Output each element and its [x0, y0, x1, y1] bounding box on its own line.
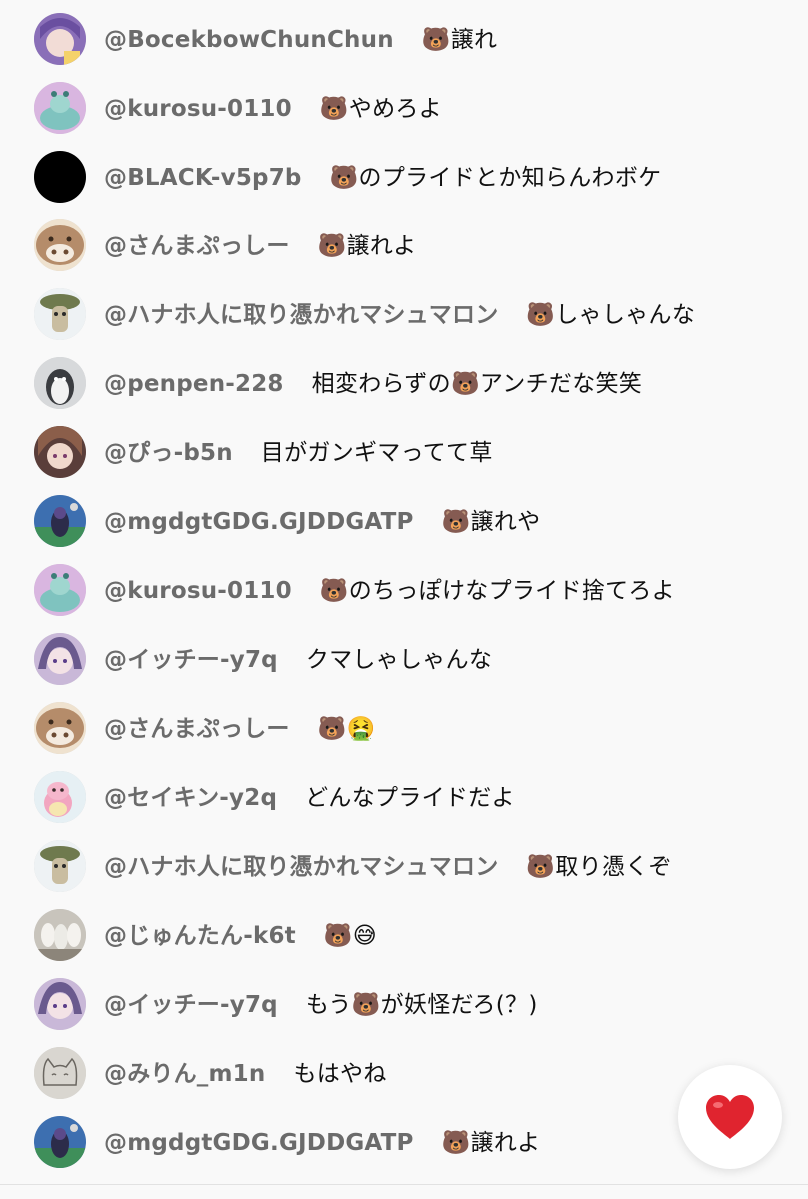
chat-username[interactable]: @mgdgtGDG.GJDDGATP	[104, 1131, 414, 1155]
chat-message-row: @BocekbowChunChun 🐻譲れ	[0, 10, 808, 70]
chat-message-text: クマしゃしゃんな	[305, 646, 493, 673]
chat-message-text: 🐻取り憑くぞ	[526, 853, 672, 880]
chat-username[interactable]: @ハナホ人に取り憑かれマシュマロン	[104, 855, 498, 879]
chat-message-text: どんなプライドだよ	[305, 784, 515, 811]
heart-icon	[706, 1095, 754, 1139]
chat-username[interactable]: @mgdgtGDG.GJDDGATP	[104, 510, 414, 534]
chat-username[interactable]: @ぴっ-b5n	[104, 441, 233, 465]
chat-username[interactable]: @BocekbowChunChun	[104, 28, 394, 52]
avatar[interactable]	[34, 357, 86, 409]
avatar[interactable]	[34, 151, 86, 203]
chat-message-row: @kurosu-0110 🐻やめろよ	[0, 79, 808, 139]
chat-message-text: 🐻しゃしゃんな	[526, 301, 696, 328]
chat-message-row: @じゅんたん-k6t 🐻😅	[0, 906, 808, 966]
avatar[interactable]	[34, 702, 86, 754]
chat-message-row: @kurosu-0110 🐻のちっぽけなプライド捨てろよ	[0, 561, 808, 621]
chat-message-row: @BLACK-v5p7b 🐻のプライドとか知らんわボケ	[0, 148, 808, 208]
chat-username[interactable]: @じゅんたん-k6t	[104, 924, 296, 948]
avatar[interactable]	[34, 633, 86, 685]
chat-username[interactable]: @さんまぷっしー	[104, 717, 290, 741]
divider	[0, 1184, 808, 1185]
avatar[interactable]	[34, 13, 86, 65]
chat-message-text: もはやね	[293, 1060, 387, 1087]
chat-message-row: @さんまぷっしー 🐻🤮	[0, 699, 808, 759]
chat-message-text: 🐻🤮	[317, 715, 376, 742]
chat-message-text: 🐻譲れ	[421, 26, 498, 53]
avatar[interactable]	[34, 426, 86, 478]
chat-message-row: @イッチー-y7q クマしゃしゃんな	[0, 630, 808, 690]
avatar[interactable]	[34, 82, 86, 134]
like-button[interactable]	[678, 1065, 782, 1169]
chat-username[interactable]: @penpen-228	[104, 372, 284, 396]
chat-message-text: 🐻のちっぽけなプライド捨てろよ	[319, 577, 675, 604]
avatar[interactable]	[34, 771, 86, 823]
chat-message-row: @ぴっ-b5n 目がガンギマってて草	[0, 423, 808, 483]
chat-message-row: @ハナホ人に取り憑かれマシュマロン 🐻しゃしゃんな	[0, 285, 808, 345]
chat-message-row: @mgdgtGDG.GJDDGATP 🐻譲れや	[0, 492, 808, 552]
chat-message-text: 🐻譲れよ	[317, 232, 417, 259]
avatar[interactable]	[34, 1116, 86, 1168]
chat-username[interactable]: @イッチー-y7q	[104, 648, 278, 672]
chat-username[interactable]: @ハナホ人に取り憑かれマシュマロン	[104, 303, 498, 327]
chat-message-text: 🐻やめろよ	[319, 95, 442, 122]
chat-username[interactable]: @イッチー-y7q	[104, 993, 278, 1017]
chat-message-text: 🐻譲れよ	[441, 1129, 541, 1156]
chat-message-row: @さんまぷっしー 🐻譲れよ	[0, 216, 808, 276]
chat-username[interactable]: @みりん_m1n	[104, 1062, 265, 1086]
avatar[interactable]	[34, 564, 86, 616]
chat-message-row: @イッチー-y7q もう🐻が妖怪だろ(？)	[0, 975, 808, 1035]
avatar[interactable]	[34, 840, 86, 892]
chat-username[interactable]: @さんまぷっしー	[104, 234, 290, 258]
chat-message-text: 🐻のプライドとか知らんわボケ	[329, 164, 662, 191]
avatar[interactable]	[34, 1047, 86, 1099]
chat-message-text: 🐻譲れや	[441, 508, 541, 535]
chat-username[interactable]: @セイキン-y2q	[104, 786, 277, 810]
chat-message-text: 目がガンギマってて草	[260, 439, 493, 466]
chat-username[interactable]: @BLACK-v5p7b	[104, 166, 302, 190]
chat-username[interactable]: @kurosu-0110	[104, 97, 292, 121]
chat-message-row: @ハナホ人に取り憑かれマシュマロン 🐻取り憑くぞ	[0, 837, 808, 897]
chat-message-text: 🐻😅	[323, 922, 378, 949]
chat-message-row: @セイキン-y2q どんなプライドだよ	[0, 768, 808, 828]
avatar[interactable]	[34, 495, 86, 547]
chat-username[interactable]: @kurosu-0110	[104, 579, 292, 603]
chat-message-text: 相変わらずの🐻アンチだな笑笑	[311, 370, 643, 397]
avatar[interactable]	[34, 909, 86, 961]
avatar[interactable]	[34, 288, 86, 340]
chat-message-row: @penpen-228 相変わらずの🐻アンチだな笑笑	[0, 354, 808, 414]
avatar[interactable]	[34, 978, 86, 1030]
avatar[interactable]	[34, 219, 86, 271]
chat-message-text: もう🐻が妖怪だろ(？)	[305, 991, 538, 1018]
